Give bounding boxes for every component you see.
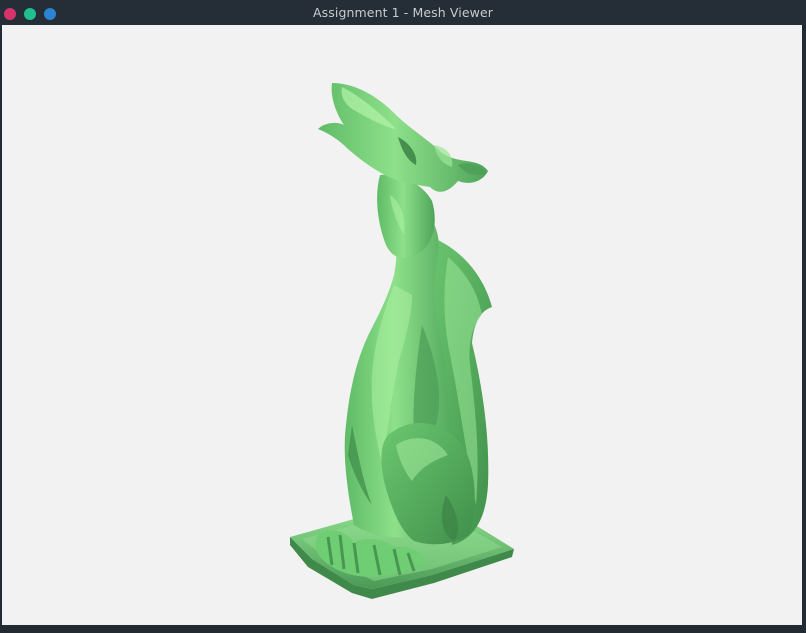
window-title: Assignment 1 - Mesh Viewer [313,5,493,20]
window-bottom-border [0,625,806,633]
mesh-viewport[interactable] [2,25,802,625]
mesh-neck [377,174,435,258]
mesh-head [318,83,488,192]
gargoyle-mesh[interactable] [2,25,802,625]
app-window: Assignment 1 - Mesh Viewer [0,0,806,633]
title-bar[interactable]: Assignment 1 - Mesh Viewer [0,0,806,25]
